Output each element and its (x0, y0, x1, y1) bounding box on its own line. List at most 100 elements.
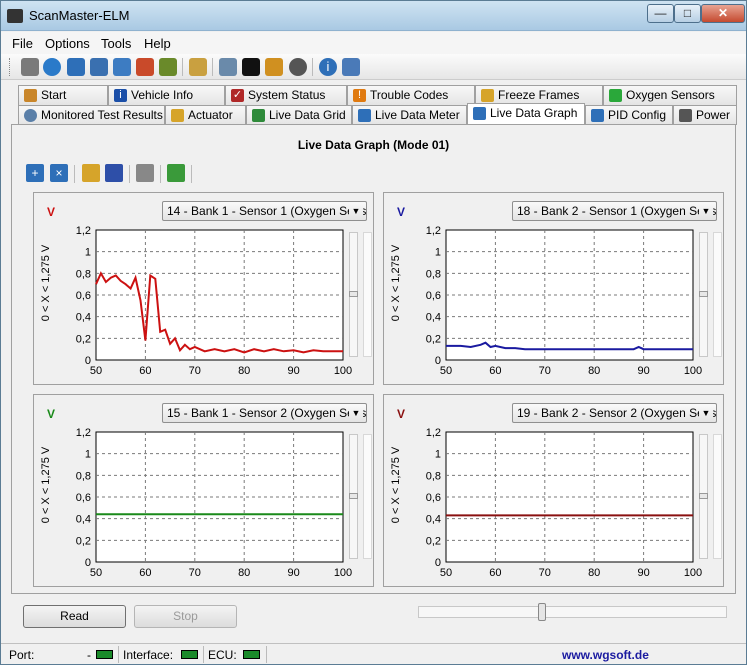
status-bar: Port: - Interface: ECU: www.wgsoft.de (1, 643, 746, 664)
interface-led (181, 650, 198, 659)
info-icon: i (114, 89, 127, 102)
globe-icon[interactable] (43, 58, 61, 76)
tab-oxygen-sensors[interactable]: Oxygen Sensors (603, 85, 737, 105)
terminal-icon[interactable] (242, 58, 260, 76)
y-tick-label: 0,2 (76, 333, 91, 345)
exit-icon[interactable] (342, 58, 360, 76)
info-card-icon[interactable] (67, 58, 85, 76)
zoom-slider[interactable] (699, 434, 708, 559)
slider-thumb[interactable] (364, 233, 371, 238)
slider-thumb[interactable] (349, 493, 358, 499)
sensor-icon (609, 89, 622, 102)
x-tick-label: 100 (684, 567, 702, 579)
read-button[interactable]: Read (23, 605, 126, 628)
tab-pid-config[interactable]: PID Config (585, 105, 673, 125)
tab-label: Oxygen Sensors (626, 88, 715, 102)
tab-power[interactable]: Power (673, 105, 737, 125)
tab-trouble-codes[interactable]: ! Trouble Codes (347, 85, 475, 105)
tab-label: Power (696, 108, 731, 122)
tab-monitored-test-results[interactable]: Monitored Test Results (18, 105, 165, 125)
save-icon[interactable] (105, 164, 123, 182)
website-link[interactable]: www.wgsoft.de (562, 648, 649, 662)
tab-live-data-grid[interactable]: Live Data Grid (246, 105, 352, 125)
menu-options[interactable]: Options (45, 36, 90, 51)
offset-slider[interactable] (363, 232, 372, 357)
x-tick-label: 60 (489, 567, 501, 579)
meter-icon[interactable] (136, 58, 154, 76)
port-label: Port: (9, 648, 35, 662)
y-tick-label: 1 (435, 449, 441, 461)
toolbar-grip[interactable] (9, 58, 12, 76)
tab-actuator[interactable]: Actuator (165, 105, 246, 125)
graph-panel: V 18 - Bank 2 - Sensor 1 (Oxygen Senso ▼ … (383, 192, 724, 385)
menu-help[interactable]: Help (144, 36, 171, 51)
battery-icon[interactable] (265, 58, 283, 76)
slider-thumb[interactable] (714, 435, 721, 440)
x-tick-label: 80 (238, 365, 250, 377)
toolbar-separator (191, 165, 192, 183)
zoom-slider[interactable] (349, 232, 358, 357)
tab-live-data-graph[interactable]: Live Data Graph (467, 103, 585, 124)
tab-system-status[interactable]: ✓ System Status (225, 85, 347, 105)
person-icon[interactable] (159, 58, 177, 76)
export-icon[interactable] (167, 164, 185, 182)
graph-panel: V 15 - Bank 1 - Sensor 2 (Oxygen Senso ▼ … (33, 394, 374, 587)
y-tick-label: 0,4 (426, 514, 441, 526)
meter-icon (358, 109, 371, 122)
y-tick-label: 0,2 (426, 535, 441, 547)
menu-file[interactable]: File (12, 36, 33, 51)
zoom-slider[interactable] (349, 434, 358, 559)
graph-icon (473, 107, 486, 120)
slider-thumb[interactable] (538, 603, 546, 621)
offset-slider[interactable] (713, 434, 722, 559)
y-tick-label: 0,8 (76, 470, 91, 482)
y-axis-label: 0 < X < 1,275 V (390, 244, 402, 321)
slider-thumb[interactable] (699, 493, 708, 499)
slider-thumb[interactable] (699, 291, 708, 297)
grid-icon[interactable] (90, 58, 108, 76)
remove-pid-icon[interactable]: × (50, 164, 68, 182)
title-bar[interactable]: ScanMaster-ELM — □ ✕ (1, 1, 746, 31)
time-slider[interactable] (418, 603, 727, 621)
zoom-slider[interactable] (699, 232, 708, 357)
chart-icon[interactable] (113, 58, 131, 76)
print-icon[interactable] (136, 164, 154, 182)
toolbar-separator (129, 165, 130, 183)
menu-tools[interactable]: Tools (101, 36, 131, 51)
tab-freeze-frames[interactable]: Freeze Frames (475, 85, 603, 105)
clipboard-icon[interactable] (189, 58, 207, 76)
x-tick-label: 90 (637, 365, 649, 377)
dial-icon[interactable] (289, 58, 307, 76)
tab-vehicle-info[interactable]: i Vehicle Info (108, 85, 225, 105)
offset-slider[interactable] (713, 232, 722, 357)
slider-thumb[interactable] (349, 291, 358, 297)
tab-live-data-meter[interactable]: Live Data Meter (352, 105, 467, 125)
y-tick-label: 0,6 (76, 290, 91, 302)
status-separator (266, 646, 267, 663)
maximize-button[interactable]: □ (674, 4, 701, 23)
search-icon[interactable] (219, 58, 237, 76)
open-folder-icon[interactable] (82, 164, 100, 182)
status-separator (118, 646, 119, 663)
connect-icon[interactable] (21, 58, 39, 76)
offset-slider[interactable] (363, 434, 372, 559)
checkbox-icon: ✓ (231, 89, 244, 102)
y-tick-label: 0 (85, 355, 91, 367)
tab-label: Trouble Codes (370, 88, 449, 102)
tab-start[interactable]: Start (18, 85, 108, 105)
stop-button[interactable]: Stop (134, 605, 237, 628)
menu-bar: File Options Tools Help (1, 32, 746, 54)
slider-thumb[interactable] (714, 233, 721, 238)
x-tick-label: 60 (139, 567, 151, 579)
tab-label: Start (41, 88, 67, 102)
close-button[interactable]: ✕ (701, 4, 745, 23)
about-icon[interactable]: i (319, 58, 337, 76)
add-pid-icon[interactable]: + (26, 164, 44, 182)
port-led (96, 650, 113, 659)
minimize-button[interactable]: — (647, 4, 674, 23)
y-tick-label: 1,2 (426, 427, 441, 439)
x-tick-label: 50 (440, 365, 452, 377)
slider-thumb[interactable] (364, 435, 371, 440)
ecu-led (243, 650, 260, 659)
y-tick-label: 0,4 (76, 312, 91, 324)
